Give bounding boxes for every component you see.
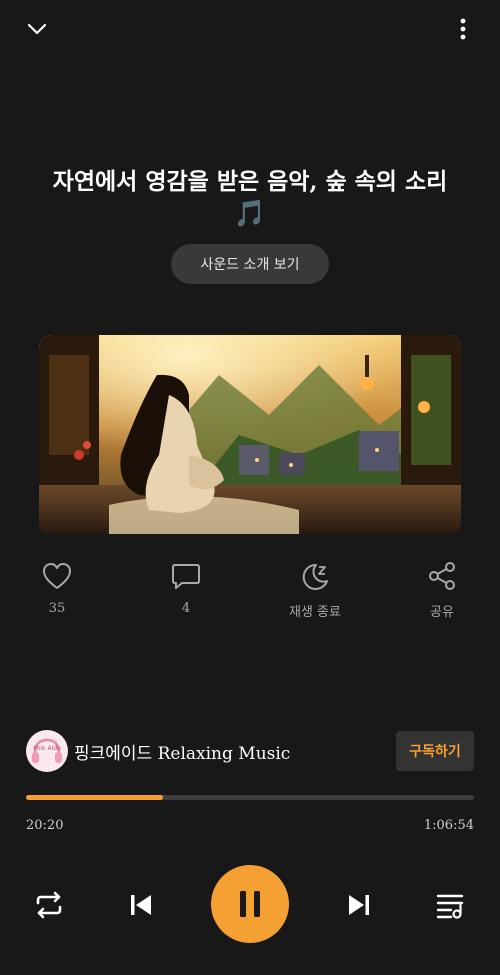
playlist-button[interactable] [432, 886, 470, 924]
share-label: 공유 [430, 605, 454, 620]
progress-bar[interactable] [26, 795, 474, 800]
cover-artwork [39, 335, 461, 534]
repeat-icon [36, 891, 62, 919]
like-count: 35 [48, 601, 66, 616]
progress-fill [26, 795, 163, 800]
next-button[interactable] [340, 886, 378, 924]
skip-previous-icon [131, 895, 151, 915]
sleep-timer-label: 재생 종료 [289, 605, 341, 620]
total-duration: 1:06:54 [423, 818, 474, 833]
more-vertical-icon [460, 18, 466, 40]
like-action[interactable]: 35 [17, 561, 97, 616]
playlist-icon [436, 894, 464, 919]
collapse-button[interactable] [22, 16, 52, 42]
comment-icon [172, 564, 200, 589]
moon-sleep-icon [302, 563, 328, 590]
skip-next-icon [349, 895, 369, 915]
pause-icon [240, 891, 260, 917]
music-note-emoji: 🎵 [233, 199, 267, 229]
subscribe-button[interactable]: 구독하기 [396, 731, 474, 771]
repeat-button[interactable] [30, 886, 68, 924]
comment-action[interactable]: 4 [146, 561, 226, 616]
pause-button[interactable] [211, 865, 289, 943]
sleep-timer-action[interactable]: 재생 종료 [275, 561, 355, 620]
channel-name[interactable]: 핑크에이드 Relaxing Music [74, 739, 290, 764]
channel-avatar-text: Pink Aide [33, 745, 61, 752]
view-sound-intro-button[interactable]: 사운드 소개 보기 [171, 244, 329, 284]
share-action[interactable]: 공유 [402, 561, 482, 620]
chevron-down-icon [27, 23, 47, 35]
comment-count: 4 [181, 601, 191, 616]
heart-icon [43, 563, 71, 589]
more-options-button[interactable] [452, 14, 474, 44]
channel-avatar[interactable]: Pink Aide [26, 730, 68, 772]
track-title: 자연에서 영감을 받은 음악, 숲 속의 소리 🎵 [30, 165, 470, 231]
track-title-text: 자연에서 영감을 받은 음악, 숲 속의 소리 [52, 168, 448, 195]
previous-button[interactable] [122, 886, 160, 924]
share-icon [429, 562, 455, 590]
elapsed-time: 20:20 [26, 818, 64, 833]
